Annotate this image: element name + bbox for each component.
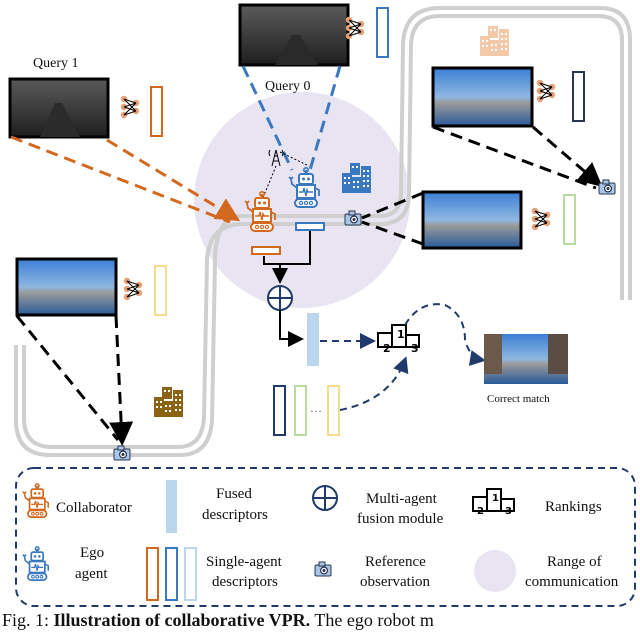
- rank-1: 1: [397, 328, 405, 341]
- reference-camera-icon: [598, 179, 616, 195]
- legend-range-line1: Range of: [547, 554, 602, 570]
- legend-rank-2: 2: [477, 506, 484, 517]
- query1-label: Query 1: [33, 56, 79, 71]
- rank-3: 3: [411, 342, 419, 355]
- buildings-icon-peach: [480, 26, 509, 56]
- db-descriptor-green: [294, 385, 307, 436]
- db-descriptor-yellow: [327, 385, 340, 436]
- legend-reference-line2: observation: [360, 574, 430, 590]
- query0-label: Query 0: [265, 79, 311, 94]
- query0-image: [238, 3, 350, 67]
- legend-range-line2: communication: [525, 574, 619, 590]
- neural-net-icon: [345, 16, 365, 40]
- ego-descriptor: [295, 222, 325, 231]
- reference-descriptor-dark: [572, 71, 585, 122]
- legend-single-icon-blue: [165, 547, 178, 601]
- caption-title: Illustration of collaborative VPR.: [53, 610, 311, 630]
- neural-net-icon: [536, 79, 556, 103]
- legend-single-line1: Single-agent: [206, 554, 283, 570]
- ref-link: [532, 125, 603, 187]
- legend-fusion-icon: [312, 485, 338, 511]
- legend-single-icon-light: [184, 547, 197, 601]
- legend-reference-icon: [314, 561, 332, 577]
- reference-image-middle: [421, 190, 523, 250]
- neural-net-icon: [531, 207, 551, 231]
- legend-single-icon-orange: [146, 547, 159, 601]
- correct-match-label: Correct match: [487, 393, 550, 405]
- legend-ego-icon: [21, 545, 50, 582]
- figure-caption: Fig. 1: Illustration of collaborative VP…: [2, 610, 640, 631]
- legend-fused-line2: descriptors: [202, 507, 268, 523]
- query0-descriptor: [376, 7, 389, 58]
- neural-net-icon: [120, 95, 140, 119]
- reference-descriptor-yellow: [154, 265, 167, 316]
- fused-descriptor: [307, 313, 319, 366]
- reference-image-left: [15, 257, 118, 317]
- db-descriptor-navy: [273, 385, 286, 436]
- buildings-icon-gold: [154, 387, 183, 417]
- legend-reference-line1: Reference: [365, 554, 426, 570]
- db-to-ranking-arrow: [339, 356, 409, 411]
- rank-2: 2: [383, 342, 391, 355]
- fusion-to-fused-arrow: [279, 310, 304, 347]
- legend-rank-3: 3: [505, 506, 512, 517]
- ref-link: [15, 315, 120, 441]
- legend-collaborator-icon: [21, 482, 50, 519]
- reference-descriptor-green: [563, 194, 576, 245]
- ref-link: [109, 315, 134, 446]
- caption-text: The ego robot m: [310, 610, 434, 630]
- vpr-diagram: Query 0 Query 1 1 2 3 … Correct match Co…: [8, 3, 636, 607]
- correct-match-image: [484, 334, 568, 384]
- legend-rankings-label: Rankings: [545, 499, 602, 515]
- legend-fused-icon: [166, 480, 177, 533]
- reference-image-top-right: [431, 66, 534, 128]
- legend-rank-1: 1: [492, 493, 499, 504]
- fusion-module-icon: [267, 285, 293, 311]
- collaborator-descriptor: [251, 246, 281, 255]
- legend-ego-line2: agent: [75, 566, 108, 582]
- query1-descriptor: [150, 86, 163, 137]
- query1-image: [8, 77, 110, 139]
- legend-collaborator-label: Collaborator: [56, 500, 132, 516]
- legend-fusion-line2: fusion module: [357, 511, 444, 527]
- ref-link: [432, 125, 597, 190]
- legend-range-icon: [474, 550, 516, 592]
- caption-prefix: Fig. 1:: [2, 610, 54, 630]
- ellipsis: …: [310, 401, 322, 415]
- legend-fusion-line1: Multi-agent: [366, 491, 438, 507]
- legend-ego-line1: Ego: [80, 545, 104, 561]
- legend-fused-line1: Fused: [216, 486, 252, 502]
- legend-single-line2: descriptors: [212, 574, 278, 590]
- neural-net-icon: [123, 277, 143, 301]
